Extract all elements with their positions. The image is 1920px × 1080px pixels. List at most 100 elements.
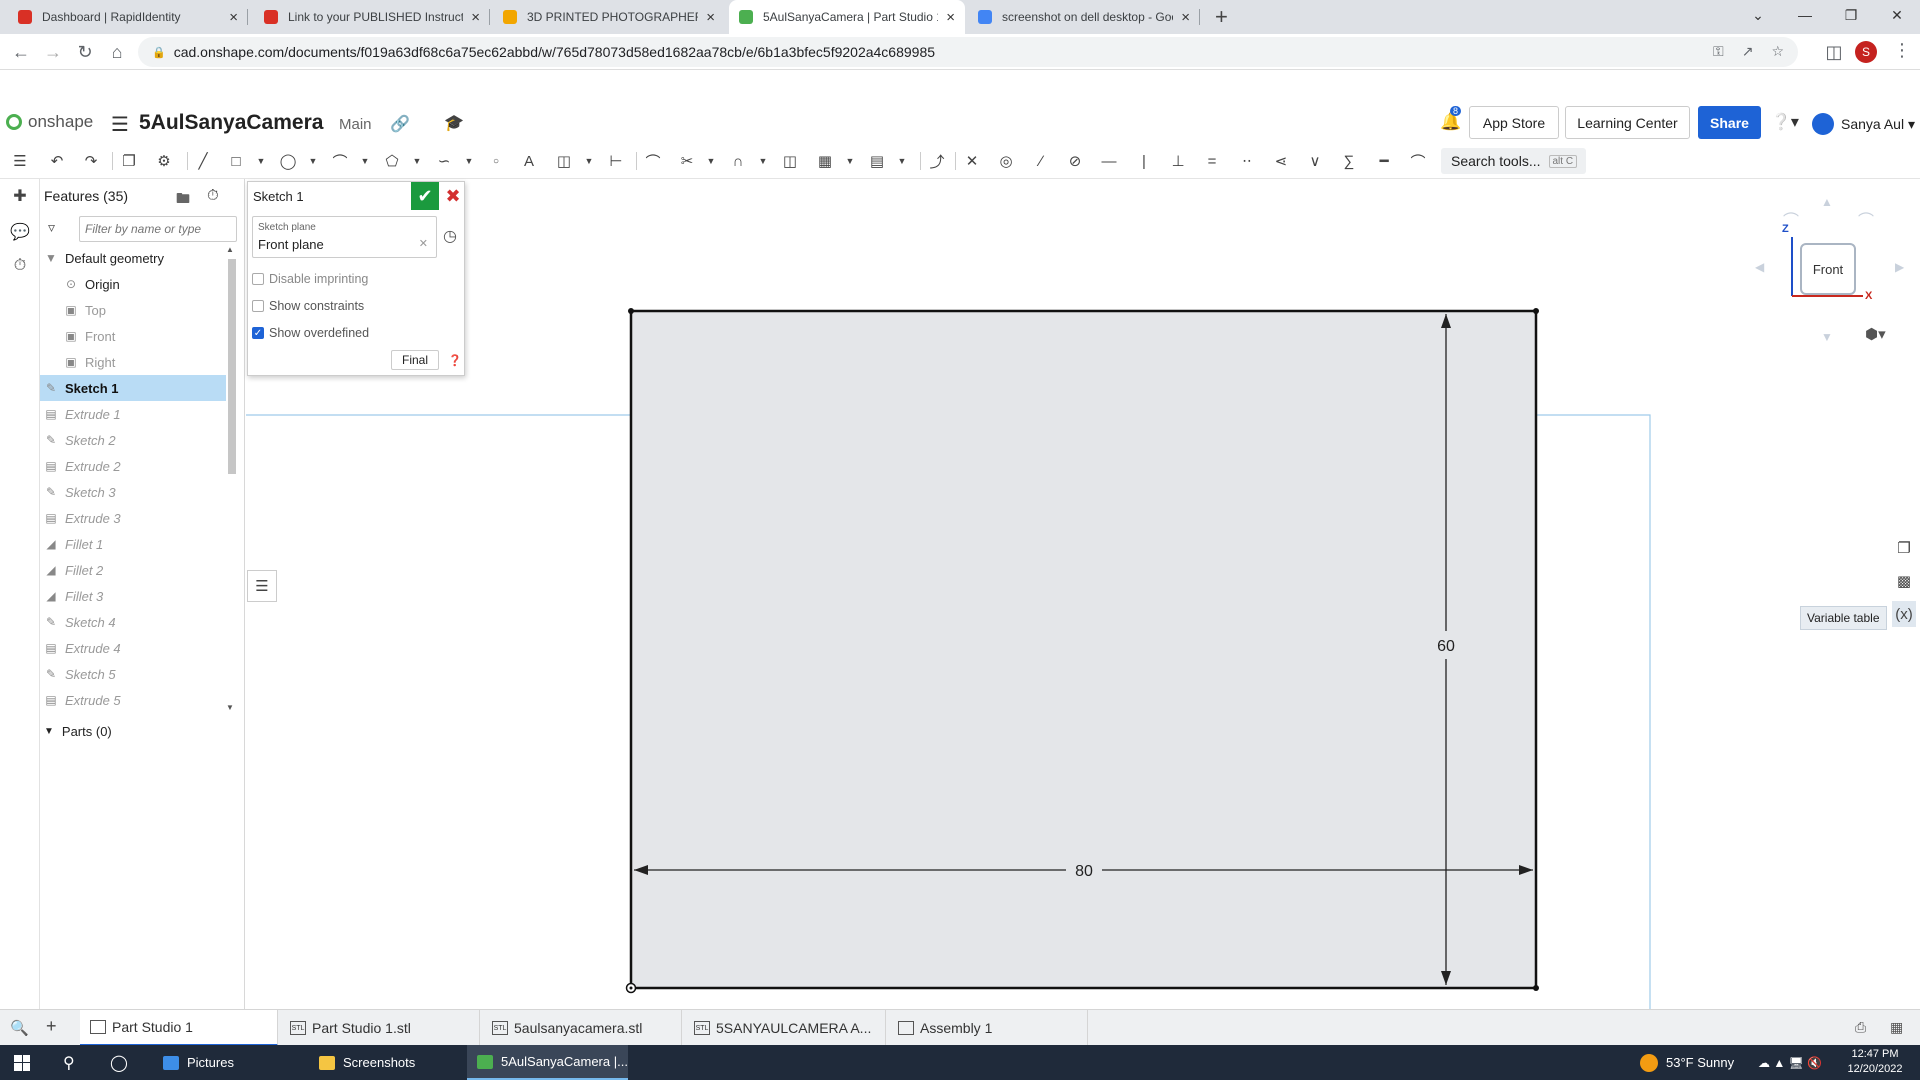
cancel-x-button[interactable]: ✖: [443, 184, 463, 208]
transform-tool-icon[interactable]: ⤴: [926, 150, 948, 172]
taskbar-app[interactable]: 5AulSanyaCamera |...: [467, 1045, 628, 1080]
feature-item[interactable]: ▤ Extrude 1: [40, 401, 226, 427]
show-constraints-checkbox[interactable]: Show constraints: [252, 299, 364, 313]
key-icon[interactable]: ⚿: [1713, 43, 1724, 60]
normal-constraint-icon[interactable]: ⋖: [1270, 150, 1292, 172]
feature-item[interactable]: ▤ Extrude 5: [40, 687, 226, 713]
feature-item[interactable]: ✎ Sketch 4: [40, 609, 226, 635]
point-tool-icon[interactable]: ○: [485, 150, 507, 172]
sketch-list-toggle-icon[interactable]: ☰: [247, 570, 277, 602]
browser-tab[interactable]: Dashboard | RapidIdentity ×: [8, 0, 248, 34]
corner-point-tr[interactable]: [1533, 308, 1539, 314]
browser-menu-icon[interactable]: ⋮: [1893, 40, 1911, 61]
onshape-logo[interactable]: onshape: [6, 112, 93, 132]
menu-hamburger-icon[interactable]: ☰: [111, 112, 129, 137]
trim-dropdown-icon[interactable]: ▼: [700, 150, 722, 172]
offset-dropdown-icon[interactable]: ▼: [752, 150, 774, 172]
document-tab[interactable]: STL 5aulsanyacamera.stl: [482, 1010, 682, 1046]
document-tab[interactable]: Part Studio 1: [80, 1010, 278, 1046]
workspace-label[interactable]: Main: [339, 116, 372, 133]
curvature-constraint-icon[interactable]: ⌒: [1407, 150, 1429, 172]
document-title[interactable]: 5AulSanyaCamera: [139, 111, 323, 135]
feature-list-scrollbar[interactable]: ▲ ▼: [226, 245, 236, 715]
fix-constraint-icon[interactable]: ━: [1373, 150, 1395, 172]
feature-item[interactable]: ▤ Extrude 2: [40, 453, 226, 479]
url-field[interactable]: 🔒 cad.onshape.com/documents/f019a63df68c…: [138, 37, 1798, 67]
view-options-cube-icon[interactable]: ⬢▾: [1865, 325, 1886, 343]
minimize-button[interactable]: —: [1782, 0, 1828, 30]
show-overdefined-checkbox[interactable]: ✓ Show overdefined: [252, 326, 369, 340]
coincident-constraint-icon[interactable]: ✕: [961, 150, 983, 172]
system-tray-icons[interactable]: ☁ ▲ 🖥 🔇: [1758, 1045, 1822, 1080]
scrollbar-thumb[interactable]: [228, 259, 236, 474]
task-view-icon[interactable]: ◯: [110, 1045, 128, 1080]
geometry-item-right[interactable]: ▣ Right: [40, 349, 226, 375]
insert-icon[interactable]: ✚: [9, 185, 31, 207]
user-menu[interactable]: Sanya Aul ▾: [1812, 113, 1915, 135]
midpoint-constraint-icon[interactable]: ⋅⋅: [1236, 150, 1258, 172]
learning-center-button[interactable]: Learning Center: [1565, 106, 1690, 139]
view-rotate-right-arrow-icon[interactable]: ▶: [1895, 260, 1904, 274]
weather-widget[interactable]: 53°F Sunny: [1640, 1045, 1734, 1080]
trim-tool-icon[interactable]: ✂: [676, 150, 698, 172]
taskbar-app[interactable]: Pictures: [153, 1045, 303, 1080]
back-icon[interactable]: ←: [7, 38, 35, 66]
link-icon[interactable]: 🔗: [390, 114, 410, 134]
corner-point-tl[interactable]: [628, 308, 634, 314]
height-dimension-value[interactable]: 60: [1437, 638, 1455, 655]
side-panel-icon[interactable]: ◫: [1820, 38, 1848, 66]
copy-icon[interactable]: ❐: [118, 150, 140, 172]
rectangle-dropdown-icon[interactable]: ▼: [250, 150, 272, 172]
final-button[interactable]: Final: [391, 350, 439, 370]
history-clock-icon[interactable]: ◷: [443, 226, 457, 246]
share-button[interactable]: Share: [1698, 106, 1761, 139]
feature-item[interactable]: ▤ Extrude 3: [40, 505, 226, 531]
document-tab[interactable]: STL Part Studio 1.stl: [280, 1010, 480, 1046]
bookmark-star-icon[interactable]: ☆: [1771, 43, 1784, 60]
variable-table-icon[interactable]: (x): [1892, 601, 1916, 627]
browser-tab[interactable]: Link to your PUBLISHED Instructa ×: [254, 0, 490, 34]
help-icon[interactable]: ❔▾: [1771, 112, 1799, 132]
browser-tab[interactable]: 5AulSanyaCamera | Part Studio 1 ×: [729, 0, 965, 34]
view-cube[interactable]: ▲ ◀ ▶ ▼ ⌒ ⌒ Front Z X ⬢▾: [1755, 195, 1915, 345]
document-tab[interactable]: STL 5SANYAULCAMERA A...: [684, 1010, 886, 1046]
view-rotate-up-arrow-icon[interactable]: ▲: [1821, 195, 1833, 209]
view-rotate-down-arrow-icon[interactable]: ▼: [1821, 330, 1833, 344]
app-store-button[interactable]: App Store: [1469, 106, 1559, 139]
symmetric-constraint-icon[interactable]: ∑: [1338, 150, 1360, 172]
geometry-item-front[interactable]: ▣ Front: [40, 323, 226, 349]
scroll-up-arrow-icon[interactable]: ▲: [226, 245, 234, 254]
close-tab-icon[interactable]: ×: [1181, 9, 1190, 26]
add-folder-icon[interactable]: 🖿: [176, 188, 190, 212]
rollback-timer-icon[interactable]: ⏱: [207, 187, 219, 204]
construction-dropdown-icon[interactable]: ▼: [578, 150, 600, 172]
close-window-button[interactable]: ✕: [1874, 0, 1920, 30]
import-dropdown-icon[interactable]: ▼: [891, 150, 913, 172]
start-windows-icon[interactable]: [14, 1045, 30, 1080]
use-icon[interactable]: ⚙: [153, 150, 175, 172]
reload-icon[interactable]: ↻: [71, 38, 99, 66]
parallel-constraint-icon[interactable]: ∕: [1030, 150, 1052, 172]
learning-cap-icon[interactable]: 🎓: [444, 113, 464, 133]
offset-tool-icon[interactable]: ∩: [727, 150, 749, 172]
add-tab-plus-icon[interactable]: +: [46, 1016, 57, 1037]
filter-icon[interactable]: ▿: [48, 219, 55, 236]
concentric-constraint-icon[interactable]: ◎: [995, 150, 1017, 172]
forward-icon[interactable]: →: [39, 38, 67, 66]
feature-item[interactable]: ▤ Extrude 4: [40, 635, 226, 661]
home-icon[interactable]: ⌂: [103, 38, 131, 66]
disable-imprinting-checkbox[interactable]: Disable imprinting: [252, 272, 368, 286]
horizontal-constraint-icon[interactable]: —: [1098, 150, 1120, 172]
browser-tab[interactable]: 3D PRINTED PHOTOGRAPHER TR ×: [493, 0, 725, 34]
vertical-constraint-icon[interactable]: |: [1133, 150, 1155, 172]
configurations-panel-icon[interactable]: ▩: [1892, 568, 1916, 594]
perpendicular-constraint-icon[interactable]: ⊥: [1167, 150, 1189, 172]
filter-input[interactable]: [79, 216, 237, 242]
redo-icon[interactable]: ↷: [80, 150, 102, 172]
feature-item[interactable]: ✎ Sketch 1: [40, 375, 226, 401]
feature-item[interactable]: ✎ Sketch 2: [40, 427, 226, 453]
clear-plane-icon[interactable]: ✕: [419, 237, 428, 250]
taskbar-app[interactable]: Screenshots: [309, 1045, 459, 1080]
feature-item[interactable]: ✎ Sketch 3: [40, 479, 226, 505]
document-tab[interactable]: Assembly 1: [888, 1010, 1088, 1046]
